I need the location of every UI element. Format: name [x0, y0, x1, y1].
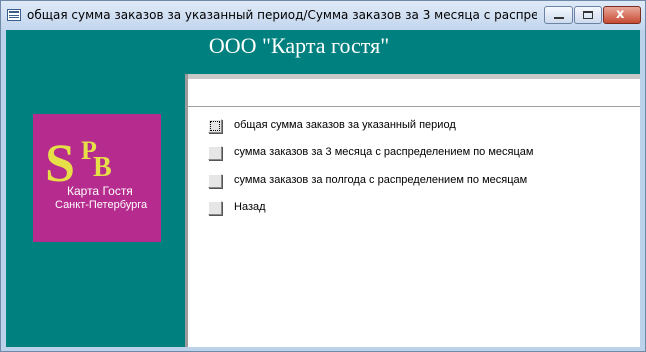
- option-button-total-period[interactable]: [208, 119, 222, 133]
- option-button-3-months[interactable]: [208, 146, 222, 160]
- logo-letter-s: S: [45, 133, 76, 193]
- option-button-back[interactable]: [208, 201, 222, 215]
- logo-caption-line2: Санкт-Петербурга: [55, 199, 148, 211]
- panel-divider: [188, 106, 640, 107]
- option-label-half-year[interactable]: сумма заказов за полгода с распределение…: [234, 174, 527, 186]
- option-label-3-months[interactable]: сумма заказов за 3 месяца с распределени…: [234, 146, 533, 158]
- form-icon[interactable]: [7, 9, 21, 21]
- close-icon: x: [616, 7, 625, 22]
- company-logo: S P B Карта Гостя Санкт-Петербурга: [33, 114, 161, 242]
- page-title: ООО "Карта гостя": [208, 33, 390, 58]
- logo-letter-b: B: [93, 152, 112, 183]
- app-window: общая сумма заказов за указанный период/…: [0, 0, 646, 352]
- maximize-button[interactable]: [574, 6, 602, 24]
- title-bar[interactable]: общая сумма заказов за указанный период/…: [1, 1, 645, 30]
- form-body: ООО "Карта гостя" S P B Карта Гостя Санк…: [6, 30, 640, 347]
- option-button-half-year[interactable]: [208, 174, 222, 188]
- logo-caption-line1: Карта Гостя: [67, 184, 133, 198]
- maximize-icon: [583, 11, 593, 19]
- window-title: общая сумма заказов за указанный период/…: [27, 8, 537, 22]
- option-label-back[interactable]: Назад: [234, 201, 266, 213]
- minimize-button[interactable]: [544, 6, 573, 24]
- minimize-icon: [554, 17, 564, 19]
- option-label-total-period[interactable]: общая сумма заказов за указанный период: [234, 119, 456, 131]
- close-button[interactable]: x: [603, 6, 641, 24]
